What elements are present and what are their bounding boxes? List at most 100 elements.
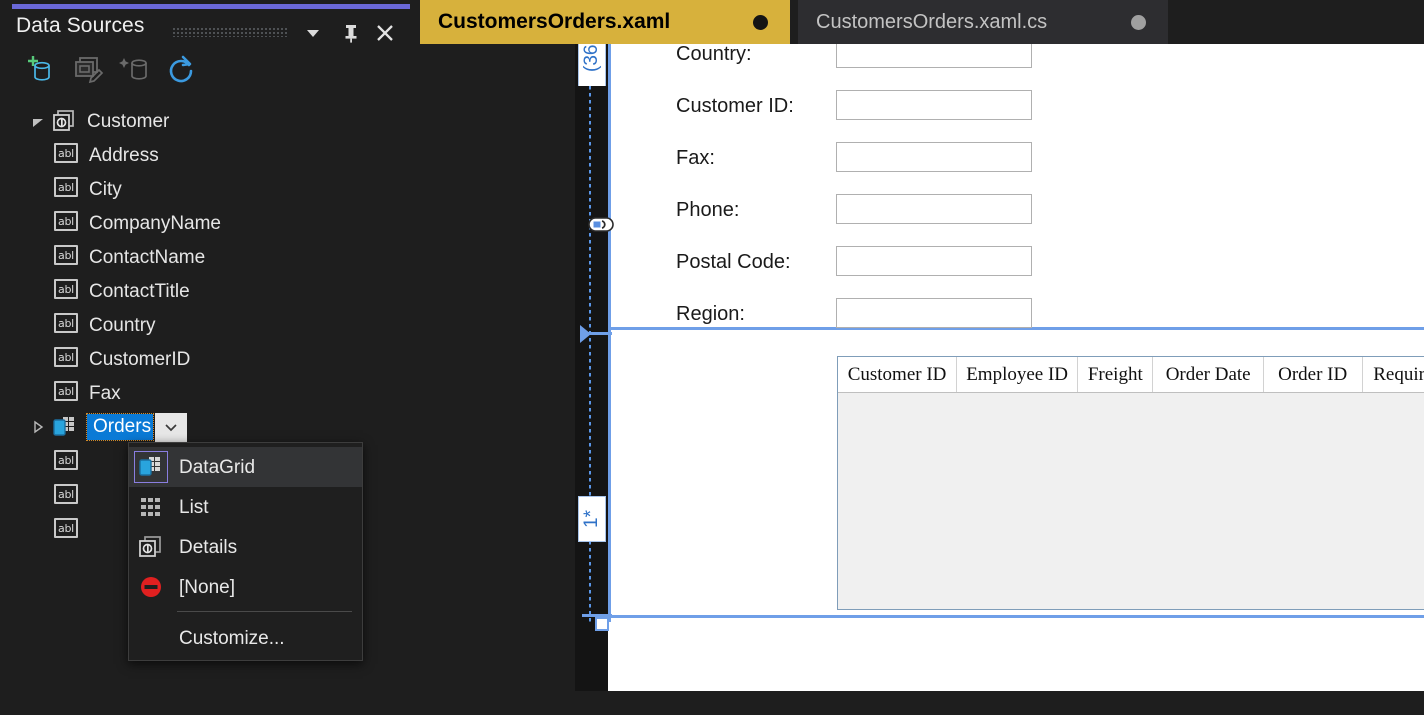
field-label: Customer ID:: [676, 96, 794, 116]
abl-icon: abl: [54, 518, 80, 542]
abl-icon: abl: [54, 211, 80, 235]
menu-item-none[interactable]: [None]: [129, 567, 362, 607]
tree-node-country[interactable]: abl Country: [0, 308, 410, 342]
tree-node-label: Fax: [89, 384, 121, 403]
tree-node-label: Address: [89, 146, 159, 165]
datagrid-column-employee-id[interactable]: Employee ID: [957, 357, 1078, 392]
form-row-postal-code: Postal Code:: [608, 252, 1424, 304]
datagrid-table-icon: [52, 415, 78, 439]
datagrid-header-row: Customer ID Employee ID Freight Order Da…: [838, 357, 1424, 393]
tree-node-label: CustomerID: [89, 350, 190, 369]
abl-icon: abl: [54, 143, 80, 167]
country-input[interactable]: [836, 44, 1032, 68]
menu-item-details[interactable]: Details: [129, 527, 362, 567]
tab-label: CustomersOrders.xaml.cs: [816, 11, 1047, 34]
tree-node-companyname[interactable]: abl CompanyName: [0, 206, 410, 240]
orders-datagrid[interactable]: Customer ID Employee ID Freight Order Da…: [837, 356, 1424, 610]
panel-title: Data Sources: [16, 14, 144, 38]
tree-node-city[interactable]: abl City: [0, 172, 410, 206]
add-new-data-source-icon[interactable]: [22, 52, 60, 90]
tree-node-contacttitle[interactable]: abl ContactTitle: [0, 274, 410, 308]
abl-icon: abl: [54, 313, 80, 337]
add-new-data-source-wizard-icon[interactable]: [118, 52, 156, 90]
grid-row-handle-square[interactable]: [595, 617, 609, 631]
grid-row-size-label-36[interactable]: (36: [578, 44, 606, 86]
datagrid-table-icon: [135, 452, 167, 482]
edit-dataset-with-designer-icon[interactable]: [70, 52, 108, 90]
menu-item-label: Customize...: [179, 629, 285, 648]
menu-separator: [177, 611, 352, 612]
designer-canvas[interactable]: Country: Customer ID: Fax: Phone: Postal…: [608, 44, 1424, 691]
expander-collapse-icon[interactable]: [30, 113, 46, 129]
unsaved-changes-dot-icon: [1131, 15, 1146, 30]
datagrid-column-required-date[interactable]: Required Date: [1363, 357, 1424, 392]
orders-control-type-menu: DataGrid List: [128, 442, 363, 661]
grid-row-grip-top[interactable]: [582, 332, 612, 335]
expander-expand-icon[interactable]: [30, 419, 46, 435]
tree-node-address[interactable]: abl Address: [0, 138, 410, 172]
tree-node-label: Customer: [87, 112, 169, 131]
menu-item-label: List: [179, 498, 209, 517]
abl-icon: abl: [54, 245, 80, 269]
spacer-icon: [135, 623, 167, 653]
tree-node-customerid[interactable]: abl CustomerID: [0, 342, 410, 376]
grid-row-link-icon[interactable]: [588, 212, 614, 237]
orders-dropdown-button[interactable]: [155, 413, 187, 442]
tree-node-contactname[interactable]: abl ContactName: [0, 240, 410, 274]
tree-node-customer[interactable]: Customer: [0, 104, 410, 138]
refresh-icon[interactable]: [164, 52, 202, 90]
datagrid-column-order-date[interactable]: Order Date: [1153, 357, 1263, 392]
datagrid-body[interactable]: [838, 393, 1424, 609]
tree-node-label: City: [89, 180, 122, 199]
abl-icon: abl: [54, 347, 80, 371]
menu-item-datagrid[interactable]: DataGrid: [129, 447, 362, 487]
postal-code-input[interactable]: [836, 246, 1032, 276]
form-row-country: Country:: [608, 44, 1424, 96]
customer-detail-form: Country: Customer ID: Fax: Phone: Postal…: [608, 44, 1424, 324]
abl-icon: abl: [54, 484, 80, 508]
grid-row-adorner-rail[interactable]: [575, 44, 608, 691]
field-label: Country:: [676, 44, 752, 64]
tree-node-label: Country: [89, 316, 156, 335]
datagrid-column-freight[interactable]: Freight: [1078, 357, 1153, 392]
tab-label: CustomersOrders.xaml: [438, 10, 670, 34]
panel-drag-handle[interactable]: [173, 28, 287, 37]
fax-input[interactable]: [836, 142, 1032, 172]
details-icon: [135, 532, 167, 562]
panel-accent-bar: [12, 4, 410, 9]
region-input[interactable]: [836, 298, 1032, 328]
tree-node-label-selected[interactable]: Orders: [87, 414, 153, 440]
xaml-designer-surface[interactable]: Country: Customer ID: Fax: Phone: Postal…: [420, 44, 1424, 715]
tree-node-fax[interactable]: abl Fax: [0, 376, 410, 410]
menu-item-customize[interactable]: Customize...: [129, 616, 362, 660]
form-row-region: Region:: [608, 304, 1424, 356]
menu-item-label: DataGrid: [179, 458, 255, 477]
panel-titlebar[interactable]: Data Sources: [0, 10, 410, 46]
abl-icon: abl: [54, 381, 80, 405]
abl-icon: abl: [54, 279, 80, 303]
pin-icon[interactable]: [338, 20, 364, 46]
visual-studio-window: Data Sources: [0, 0, 1424, 715]
grid-row-divider-bottom[interactable]: [608, 615, 1424, 618]
grid-row-size-label-1star[interactable]: 1*: [578, 496, 606, 542]
tree-node-label: ContactName: [89, 248, 205, 267]
datagrid-column-customer-id[interactable]: Customer ID: [838, 357, 957, 392]
tree-node-label: ContactTitle: [89, 282, 190, 301]
menu-item-list[interactable]: List: [129, 487, 362, 527]
customer-id-input[interactable]: [836, 90, 1032, 120]
tab-customersorders-xaml[interactable]: CustomersOrders.xaml: [420, 0, 790, 44]
editor-tab-strip: CustomersOrders.xaml CustomersOrders.xam…: [420, 0, 1424, 44]
menu-item-label: Details: [179, 538, 237, 557]
phone-input[interactable]: [836, 194, 1032, 224]
abl-icon: abl: [54, 177, 80, 201]
close-icon[interactable]: [372, 20, 398, 46]
tab-customersorders-xaml-cs[interactable]: CustomersOrders.xaml.cs: [798, 0, 1168, 44]
tree-node-label: CompanyName: [89, 214, 221, 233]
field-label: Phone:: [676, 200, 739, 220]
form-row-phone: Phone:: [608, 200, 1424, 252]
field-label: Fax:: [676, 148, 715, 168]
field-label: Postal Code:: [676, 252, 791, 272]
datagrid-column-order-id[interactable]: Order ID: [1264, 357, 1363, 392]
chevron-down-icon[interactable]: [300, 20, 326, 46]
tree-node-orders[interactable]: Orders: [0, 411, 410, 443]
